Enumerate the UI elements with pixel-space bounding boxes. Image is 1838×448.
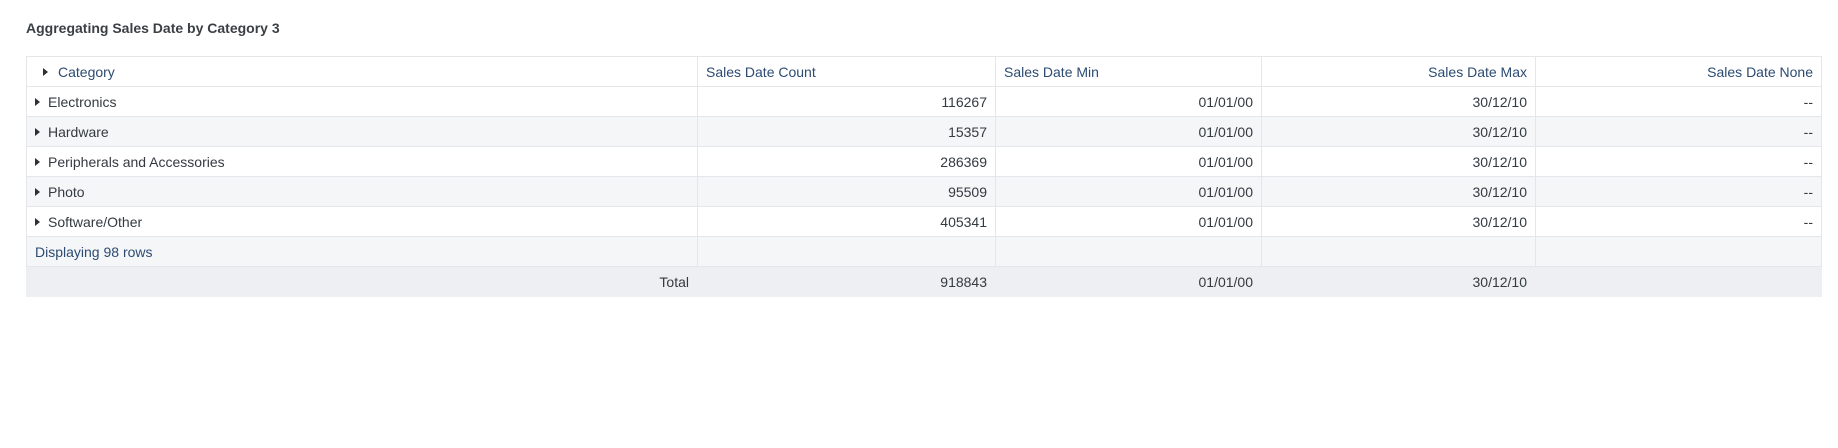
- max-cell: 30/12/10: [1261, 116, 1536, 147]
- header-row: Category Sales Date Count Sales Date Min…: [26, 56, 1822, 87]
- table-row: Photo 95509 01/01/00 30/12/10 --: [26, 176, 1822, 207]
- category-label: Hardware: [48, 123, 109, 140]
- min-cell: 01/01/00: [995, 206, 1262, 237]
- count-column-header[interactable]: Sales Date Count: [697, 56, 996, 87]
- expand-row-icon[interactable]: [35, 97, 40, 106]
- total-none-cell: [1535, 266, 1822, 297]
- category-label: Electronics: [48, 93, 117, 110]
- category-cell[interactable]: Software/Other: [26, 206, 698, 237]
- expand-row-icon[interactable]: [35, 157, 40, 166]
- count-cell: 286369: [697, 146, 996, 177]
- expand-row-icon[interactable]: [35, 187, 40, 196]
- category-column-header[interactable]: Category: [26, 56, 698, 87]
- min-column-header[interactable]: Sales Date Min: [995, 56, 1262, 87]
- footer-row: Displaying 98 rows: [26, 236, 1822, 267]
- row-count-label: Displaying 98 rows: [35, 243, 153, 260]
- min-cell: 01/01/00: [995, 116, 1262, 147]
- max-cell: 30/12/10: [1261, 146, 1536, 177]
- page-title: Aggregating Sales Date by Category 3: [26, 20, 280, 36]
- category-cell[interactable]: Electronics: [26, 86, 698, 117]
- total-max-cell: 30/12/10: [1261, 266, 1536, 297]
- category-cell[interactable]: Photo: [26, 176, 698, 207]
- none-cell: --: [1535, 116, 1822, 147]
- page: Aggregating Sales Date by Category 3 Cat…: [0, 0, 1838, 448]
- table-row: Software/Other 405341 01/01/00 30/12/10 …: [26, 206, 1822, 237]
- table-row: Hardware 15357 01/01/00 30/12/10 --: [26, 116, 1822, 147]
- total-min-cell: 01/01/00: [995, 266, 1262, 297]
- min-cell: 01/01/00: [995, 176, 1262, 207]
- max-cell: 30/12/10: [1261, 206, 1536, 237]
- empty-cell: [697, 236, 996, 267]
- count-cell: 15357: [697, 116, 996, 147]
- none-cell: --: [1535, 146, 1822, 177]
- table-row: Electronics 116267 01/01/00 30/12/10 --: [26, 86, 1822, 117]
- count-cell: 95509: [697, 176, 996, 207]
- table-row: Peripherals and Accessories 286369 01/01…: [26, 146, 1822, 177]
- min-cell: 01/01/00: [995, 146, 1262, 177]
- category-header-label: Category: [58, 63, 115, 80]
- empty-cell: [1261, 236, 1536, 267]
- none-cell: --: [1535, 206, 1822, 237]
- empty-cell: [995, 236, 1262, 267]
- category-label: Peripherals and Accessories: [48, 153, 225, 170]
- expand-row-icon[interactable]: [35, 217, 40, 226]
- empty-cell: [1535, 236, 1822, 267]
- none-cell: --: [1535, 86, 1822, 117]
- max-column-header[interactable]: Sales Date Max: [1261, 56, 1536, 87]
- count-cell: 405341: [697, 206, 996, 237]
- aggregation-table: Category Sales Date Count Sales Date Min…: [26, 56, 1822, 297]
- expand-row-icon[interactable]: [35, 127, 40, 136]
- max-cell: 30/12/10: [1261, 86, 1536, 117]
- category-label: Software/Other: [48, 213, 143, 230]
- min-cell: 01/01/00: [995, 86, 1262, 117]
- total-label: Total: [26, 266, 698, 297]
- none-column-header[interactable]: Sales Date None: [1535, 56, 1822, 87]
- total-count-cell: 918843: [697, 266, 996, 297]
- count-cell: 116267: [697, 86, 996, 117]
- total-row: Total 918843 01/01/00 30/12/10: [26, 266, 1822, 297]
- none-cell: --: [1535, 176, 1822, 207]
- row-count-status: Displaying 98 rows: [26, 236, 698, 267]
- max-cell: 30/12/10: [1261, 176, 1536, 207]
- expand-all-icon[interactable]: [43, 67, 48, 76]
- category-cell[interactable]: Hardware: [26, 116, 698, 147]
- category-cell[interactable]: Peripherals and Accessories: [26, 146, 698, 177]
- category-label: Photo: [48, 183, 85, 200]
